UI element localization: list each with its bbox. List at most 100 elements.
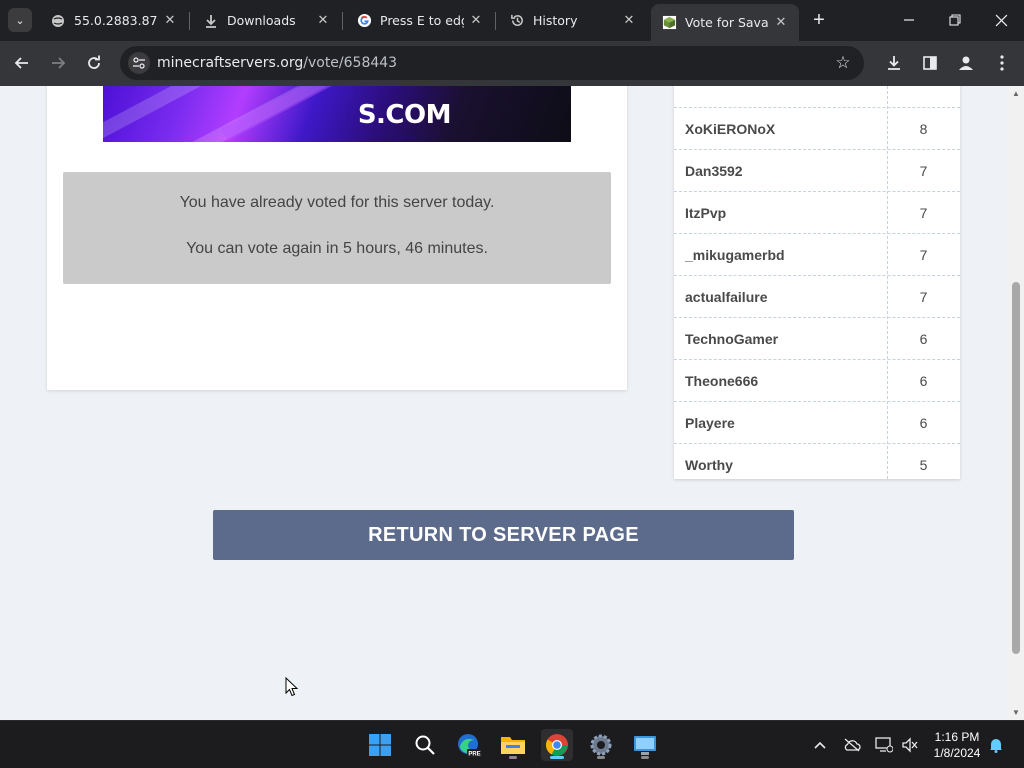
show-hidden-icons-chevron-icon[interactable] xyxy=(810,735,830,755)
voter-name: _mikugamerbd xyxy=(685,247,785,263)
menu-dots-icon[interactable] xyxy=(990,51,1014,75)
voter-count: 6 xyxy=(919,415,928,431)
chrome-app[interactable] xyxy=(541,729,573,761)
tab-3[interactable]: Press E to edge ✕ xyxy=(346,4,494,37)
tab-separator xyxy=(495,12,496,30)
tab-strip: ⌄ 55.0.2883.87-1 ✕ Downloads ✕ Press E t… xyxy=(0,0,1024,41)
voter-name: Worthy xyxy=(685,457,733,473)
new-tab-button[interactable]: + xyxy=(808,9,830,31)
forward-button[interactable] xyxy=(46,51,70,75)
notice-line-2: You can vote again in 5 hours, 46 minute… xyxy=(186,240,488,257)
page-scrollbar[interactable]: ▲ ▼ xyxy=(1008,86,1024,720)
site-favicon-icon xyxy=(661,15,677,31)
file-explorer-icon xyxy=(501,737,525,754)
profile-icon[interactable] xyxy=(954,51,978,75)
mouse-cursor-icon xyxy=(285,677,299,697)
tab-title: 55.0.2883.87-1 xyxy=(74,13,158,28)
network-icon[interactable] xyxy=(874,735,894,755)
server-banner-image: S.COM xyxy=(103,86,571,142)
voter-name: Playere xyxy=(685,415,735,431)
banner-text: S.COM xyxy=(357,100,452,130)
edge-pre-badge: PRE xyxy=(468,752,480,758)
scroll-down-arrow-icon[interactable]: ▼ xyxy=(1012,708,1020,717)
file-explorer-app[interactable] xyxy=(497,729,529,761)
already-voted-notice: You have already voted for this server t… xyxy=(63,172,611,284)
search-icon xyxy=(415,735,435,755)
downloads-icon[interactable] xyxy=(882,51,906,75)
site-info-icon[interactable] xyxy=(128,52,150,74)
close-icon[interactable]: ✕ xyxy=(621,13,637,28)
remote-desktop-icon xyxy=(634,736,656,755)
close-window-button[interactable] xyxy=(989,8,1013,32)
volume-muted-icon[interactable] xyxy=(900,735,920,755)
voter-count: 8 xyxy=(919,121,928,137)
running-indicator xyxy=(597,756,605,759)
side-panel-icon[interactable] xyxy=(918,51,942,75)
close-icon[interactable]: ✕ xyxy=(468,13,484,28)
url-path: /vote/658443 xyxy=(303,55,398,71)
table-row: Dan3592 7 xyxy=(674,150,960,192)
voter-name: Theone666 xyxy=(685,373,759,389)
scrollbar-thumb[interactable] xyxy=(1012,282,1020,654)
table-row: Worthy 5 xyxy=(674,444,960,486)
table-row: Playere 6 xyxy=(674,402,960,444)
url-host: minecraftservers.org xyxy=(157,55,304,71)
clock-time: 1:16 PM xyxy=(934,730,980,744)
voter-name: XoKiERONoX xyxy=(685,121,776,137)
tab-5-active[interactable]: Vote for Savage ✕ xyxy=(651,4,799,41)
table-row: TechnoGamer 6 xyxy=(674,318,960,360)
edge-pre-app[interactable]: PRE xyxy=(453,729,485,761)
reload-button[interactable] xyxy=(82,51,106,75)
chrome-icon xyxy=(546,734,568,756)
return-to-server-button[interactable]: RETURN TO SERVER PAGE xyxy=(213,510,794,560)
remote-desktop-app[interactable] xyxy=(629,729,661,761)
tab-2[interactable]: Downloads ✕ xyxy=(193,4,341,37)
tab-4[interactable]: History ✕ xyxy=(499,4,647,37)
voter-name: TechnoGamer xyxy=(685,331,779,347)
tab-separator xyxy=(342,12,343,30)
tab-search-button[interactable]: ⌄ xyxy=(8,8,32,32)
edge-pre-icon: PRE xyxy=(458,734,482,758)
settings-app[interactable] xyxy=(585,729,617,761)
table-row: _mikugamerbd 7 xyxy=(674,234,960,276)
table-row: actualfailure 7 xyxy=(674,276,960,318)
windows-taskbar: PRE 1:16 PM 1/8/2024 xyxy=(0,720,1024,768)
address-bar[interactable]: minecraftservers.org/vote/658443 ☆ xyxy=(120,46,864,80)
tab-1[interactable]: 55.0.2883.87-1 ✕ xyxy=(40,4,188,37)
vote-card: S.COM You have already voted for this se… xyxy=(47,86,627,390)
chevron-down-icon: ⌄ xyxy=(15,14,25,27)
close-icon[interactable]: ✕ xyxy=(162,13,178,28)
tab-title: Press E to edge xyxy=(380,13,464,28)
voter-name: ItzPvp xyxy=(685,205,727,221)
restore-button[interactable] xyxy=(943,8,967,32)
settings-icon xyxy=(590,734,612,756)
running-indicator xyxy=(641,756,649,759)
scroll-up-arrow-icon[interactable]: ▲ xyxy=(1012,89,1020,98)
voter-count: 7 xyxy=(919,205,928,221)
start-icon xyxy=(369,734,391,756)
globe-icon xyxy=(50,13,66,29)
download-icon xyxy=(203,13,219,29)
voter-name: actualfailure xyxy=(685,289,768,305)
voter-count: 6 xyxy=(919,373,928,389)
taskbar-search-button[interactable] xyxy=(409,729,441,761)
google-icon xyxy=(356,13,372,29)
top-voters-table: XoKiERONoX 8 Dan3592 7 ItzPvp 7 _mikugam… xyxy=(674,86,960,479)
bookmark-star-icon[interactable]: ☆ xyxy=(832,52,854,74)
table-row xyxy=(674,86,960,108)
close-icon[interactable]: ✕ xyxy=(315,13,331,28)
notification-bell-icon[interactable] xyxy=(986,735,1006,755)
cloud-offline-icon[interactable] xyxy=(842,735,862,755)
voter-count: 7 xyxy=(919,289,928,305)
system-clock[interactable]: 1:16 PM 1/8/2024 xyxy=(926,729,988,761)
voter-count: 7 xyxy=(919,163,928,179)
table-row: XoKiERONoX 8 xyxy=(674,108,960,150)
minimize-button[interactable] xyxy=(897,8,921,32)
voter-count: 6 xyxy=(919,331,928,347)
back-button[interactable] xyxy=(10,51,34,75)
close-icon[interactable]: ✕ xyxy=(773,15,789,30)
url-text: minecraftservers.org/vote/658443 xyxy=(157,55,397,71)
page-viewport: S.COM You have already voted for this se… xyxy=(0,86,1024,720)
start-button[interactable] xyxy=(364,729,396,761)
browser-toolbar: minecraftservers.org/vote/658443 ☆ xyxy=(0,41,1024,86)
